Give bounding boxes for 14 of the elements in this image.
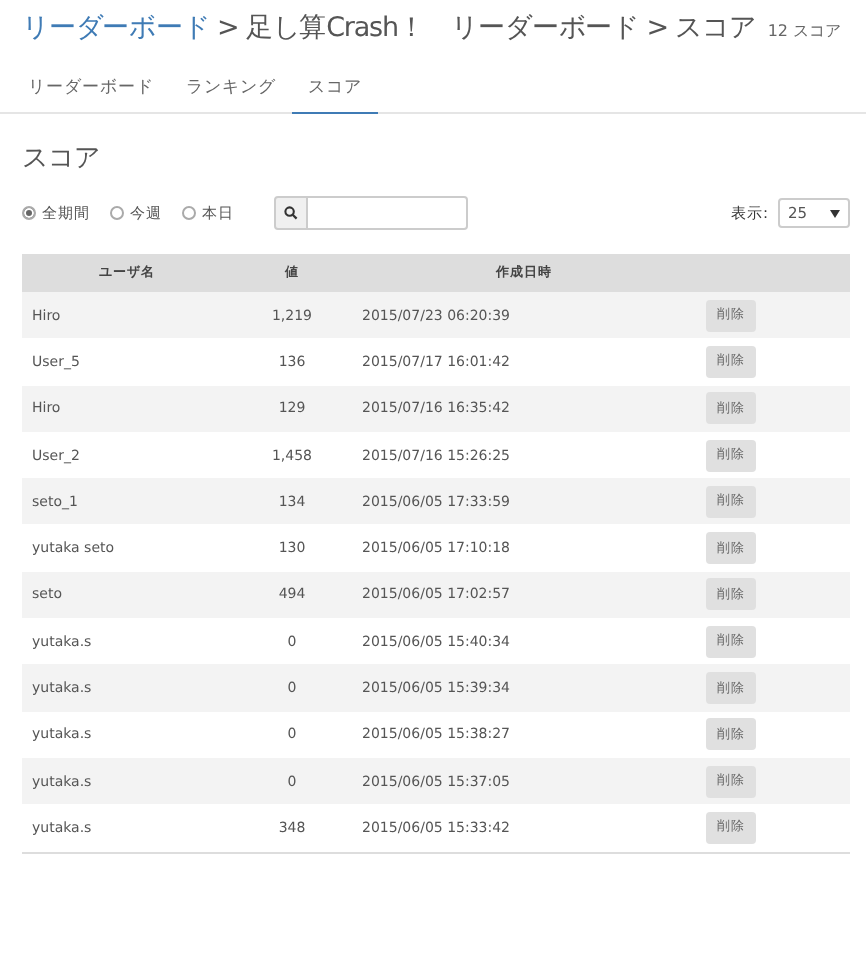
radio-icon[interactable] bbox=[22, 206, 36, 220]
tab[interactable]: スコア bbox=[292, 66, 378, 114]
radio-icon[interactable] bbox=[182, 206, 196, 220]
radio-icon[interactable] bbox=[110, 206, 124, 220]
search-button[interactable] bbox=[274, 196, 308, 230]
search-field[interactable] bbox=[308, 196, 468, 230]
tab[interactable]: ランキング bbox=[170, 66, 292, 114]
caret-icon bbox=[830, 209, 840, 217]
score-count: 12 スコア bbox=[767, 20, 842, 42]
breadcrumb-link[interactable]: リーダーボード bbox=[22, 12, 210, 44]
tab[interactable]: リーダーボード bbox=[12, 66, 170, 114]
page-title: リーダーボード > 足し算Crash！ リーダーボード > スコア bbox=[22, 10, 756, 46]
section-title: スコア bbox=[22, 142, 102, 176]
search-icon[interactable] bbox=[284, 206, 298, 220]
